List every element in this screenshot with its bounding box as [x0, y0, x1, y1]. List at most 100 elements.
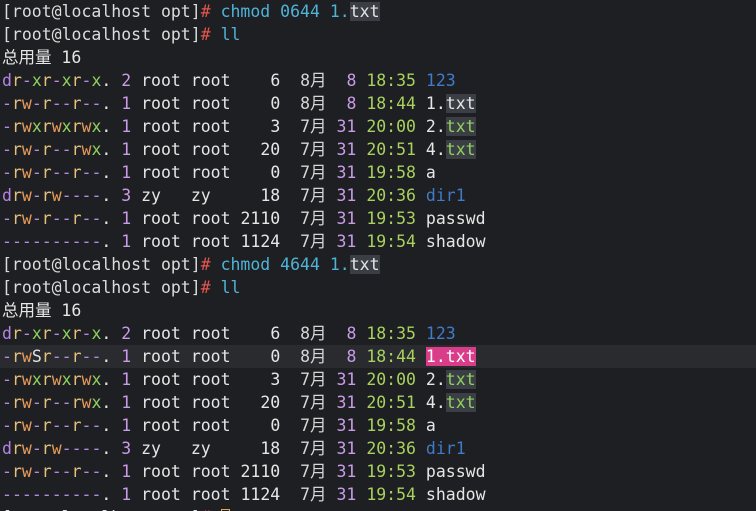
setuid-file-name: 1.txt: [425, 347, 476, 366]
group: root: [190, 232, 231, 251]
month: 7月: [300, 462, 327, 481]
file-size: 3: [270, 370, 281, 389]
prompt: [root@localhost opt]: [2, 255, 201, 274]
file-entry-row: -rwxrwxrwx. 1 root root 3 7月 31 20:00 2.…: [0, 368, 756, 391]
file-name: 1.txt: [425, 94, 476, 113]
time: 18:44: [366, 347, 416, 366]
permissions: drw-rw----.: [2, 186, 112, 205]
month: 7月: [300, 439, 327, 458]
day: 31: [336, 163, 357, 182]
month: 7月: [300, 117, 327, 136]
group: root: [190, 485, 231, 504]
prompt-line: [root@localhost opt]# ll: [0, 276, 756, 299]
link-count: 1: [121, 393, 132, 412]
file-size: 1124: [240, 485, 281, 504]
file-name: shadow: [425, 232, 486, 251]
time: 18:35: [366, 71, 416, 90]
day: 31: [336, 485, 357, 504]
group: root: [190, 94, 231, 113]
owner: root: [141, 347, 181, 366]
owner: root: [141, 117, 181, 136]
file-entry-row: -rw-r--r--. 1 root root 2110 7月 31 19:53…: [0, 207, 756, 230]
owner: root: [141, 71, 181, 90]
file-name: 4.txt: [425, 140, 476, 159]
permissions: -rwxrwxrwx.: [2, 370, 112, 389]
file-name: 2.txt: [425, 370, 476, 389]
file-entry-row: -rw-r--r--. 1 root root 0 7月 31 19:58 a: [0, 414, 756, 437]
permissions: drw-rw----.: [2, 439, 112, 458]
file-size: 3: [270, 117, 281, 136]
month: 8月: [300, 347, 327, 366]
file-name: 2.txt: [425, 117, 476, 136]
day: 31: [336, 209, 357, 228]
time: 20:36: [366, 439, 416, 458]
day: 8: [346, 347, 357, 366]
owner: root: [141, 163, 181, 182]
owner: root: [141, 416, 181, 435]
terminal-window[interactable]: [root@localhost opt]# chmod 0644 1.txt [r…: [0, 0, 756, 511]
link-count: 2: [121, 324, 132, 343]
file-size: 0: [270, 163, 281, 182]
permissions: ----------.: [2, 485, 112, 504]
link-count: 1: [121, 462, 132, 481]
file-size: 1124: [240, 232, 281, 251]
directory-name: dir1: [425, 186, 466, 205]
command-text: ll: [220, 25, 241, 44]
owner: root: [141, 232, 181, 251]
file-entry-row: ----------. 1 root root 1124 7月 31 19:54…: [0, 230, 756, 253]
link-count: 1: [121, 140, 132, 159]
group: root: [190, 324, 231, 343]
owner: root: [141, 140, 181, 159]
file-entry-row: -rw-r--rwx. 1 root root 20 7月 31 20:51 4…: [0, 138, 756, 161]
link-count: 1: [121, 94, 132, 113]
file-name: 4.txt: [425, 393, 476, 412]
directory-name: dir1: [425, 439, 466, 458]
day: 8: [346, 324, 357, 343]
permissions: dr-xr-xr-x.: [2, 324, 112, 343]
permissions: -rwxrwxrwx.: [2, 117, 112, 136]
month: 7月: [300, 393, 327, 412]
file-entry-row: -rwxrwxrwx. 1 root root 3 7月 31 20:00 2.…: [0, 115, 756, 138]
file-name: passwd: [425, 209, 486, 228]
total-label: 总用量 16: [2, 301, 82, 320]
group: root: [190, 140, 231, 159]
day: 31: [336, 462, 357, 481]
owner: root: [141, 94, 181, 113]
file-size: 0: [270, 94, 281, 113]
month: 8月: [300, 71, 327, 90]
prompt-line: [root@localhost opt]# chmod 0644 1.txt: [0, 0, 756, 23]
month: 7月: [300, 416, 327, 435]
file-size: 0: [270, 416, 281, 435]
file-entry-row: drw-rw----. 3 zy zy 18 7月 31 20:36 dir1: [0, 437, 756, 460]
command-text: ll: [220, 278, 241, 297]
file-name: a: [425, 416, 436, 435]
time: 20:00: [366, 117, 416, 136]
group: zy: [190, 439, 211, 458]
file-size: 20: [260, 140, 281, 159]
time: 19:53: [366, 462, 416, 481]
owner: root: [141, 393, 181, 412]
prompt-hash: #: [200, 278, 211, 297]
prompt-line: [root@localhost opt]# ll: [0, 23, 756, 46]
link-count: 1: [121, 347, 132, 366]
total-line: 总用量 16: [0, 299, 756, 322]
file-entry-row: -rw-r--r--. 1 root root 2110 7月 31 19:53…: [0, 460, 756, 483]
day: 8: [346, 71, 357, 90]
file-name: shadow: [425, 485, 486, 504]
group: root: [190, 462, 231, 481]
prompt-line-partial[interactable]: [root@localhost opt]#: [0, 506, 756, 511]
command-text: chmod 4644 1.txt: [220, 255, 380, 274]
prompt: [root@localhost opt]: [2, 278, 201, 297]
permissions: -rw-r--r--.: [2, 209, 112, 228]
total-line: 总用量 16: [0, 46, 756, 69]
link-count: 3: [121, 439, 132, 458]
link-count: 3: [121, 186, 132, 205]
file-size: 6: [270, 71, 281, 90]
permissions: -rw-r--r--.: [2, 163, 112, 182]
directory-name: 123: [425, 324, 456, 343]
link-count: 1: [121, 370, 132, 389]
file-entry-row: -rw-r--r--. 1 root root 0 8月 8 18:44 1.t…: [0, 92, 756, 115]
month: 7月: [300, 485, 327, 504]
group: root: [190, 209, 231, 228]
file-size: 2110: [240, 209, 281, 228]
